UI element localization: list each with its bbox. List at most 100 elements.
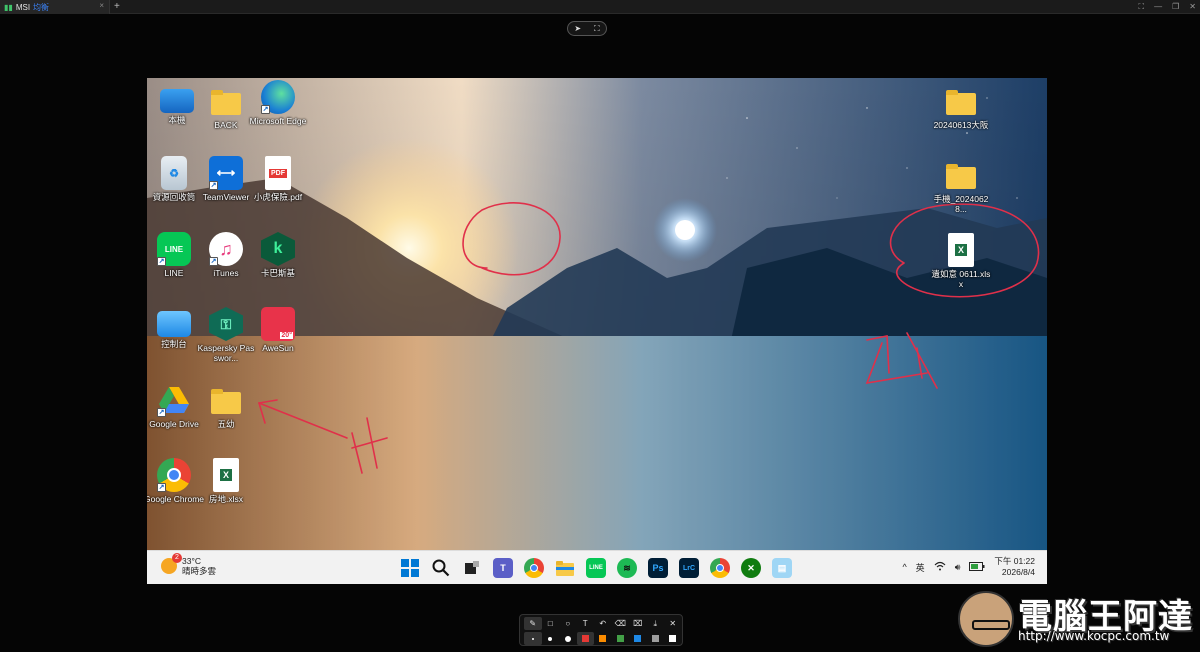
battery-icon[interactable] (969, 561, 985, 573)
windows-taskbar: 2 33°C 晴時多雲 T LINE ≋ Ps LrC ✕ ▤ ^ 英 🔊︎ 下… (147, 550, 1047, 584)
excel-icon: X (948, 233, 974, 267)
tray-overflow-caret[interactable]: ^ (902, 562, 906, 572)
color-swatch-red[interactable] (576, 632, 594, 645)
new-tab-button[interactable]: + (114, 0, 120, 13)
remote-desktop-app: ▮▮ MSI 均衡 × + ⛶ — ❐ ✕ ➤ ⛶ 本機 BACK ↗ Micr… (0, 0, 1200, 652)
chrome-profile-icon[interactable] (710, 558, 730, 578)
folder-icon (944, 84, 978, 118)
tab-bar: ▮▮ MSI 均衡 × + ⛶ — ❐ ✕ (0, 0, 1200, 14)
desktop-icon-teamviewer[interactable]: ⟷ ↗ TeamViewer (196, 156, 256, 202)
shortcut-arrow-icon: ↗ (157, 408, 166, 417)
annotation-toolbar: ✎ □ ○ T ↶ ⌫ ⌧ ⤓ ✕ (519, 614, 683, 646)
restore-icon[interactable]: ❐ (1172, 0, 1179, 14)
awesun-glyph: 20° (280, 332, 293, 339)
watermark: 電腦王阿達 http://www.kocpc.com.tw (956, 583, 1196, 649)
desktop-icon-awesun[interactable]: 20° AweSun (248, 307, 308, 353)
stroke-size-large[interactable] (559, 632, 577, 645)
task-view-icon[interactable] (462, 558, 482, 578)
remote-float-toolbar: ➤ ⛶ (567, 21, 607, 36)
download-icon[interactable]: ⤓ (647, 617, 665, 630)
desktop-icon-label: 五幼 (217, 419, 235, 429)
chrome-icon: ↗ (157, 458, 191, 492)
session-tab[interactable]: ▮▮ MSI 均衡 × (0, 0, 110, 14)
pointer-icon[interactable]: ➤ (574, 24, 581, 33)
delete-icon[interactable]: ⌧ (629, 617, 647, 630)
close-icon[interactable]: ✕ (664, 617, 682, 630)
lightroom-icon[interactable]: LrC (679, 558, 699, 578)
stroke-size-medium[interactable] (542, 632, 560, 645)
stroke-size-small[interactable] (524, 632, 542, 645)
desktop-icon-edge[interactable]: ↗ Microsoft Edge (248, 80, 308, 126)
desktop-icon-folder-osaka[interactable]: 20240613大阪 (931, 84, 991, 130)
shortcut-arrow-icon: ↗ (157, 483, 166, 492)
desktop-icon-label: 小虎保險.pdf (253, 192, 303, 202)
shortcut-arrow-icon: ↗ (209, 181, 218, 190)
itunes-glyph: ♫ (219, 238, 233, 259)
weather-temperature: 33°C (182, 556, 201, 566)
tab-close-icon[interactable]: × (99, 1, 104, 10)
desktop-icon-label: 20240613大阪 (933, 120, 989, 130)
pdf-icon: PDF (265, 156, 291, 190)
desktop-icon-kaspersky-password[interactable]: ⚿ Kaspersky Passwor... (196, 307, 256, 363)
desktop-icon-pdf[interactable]: PDF 小虎保險.pdf (248, 156, 308, 202)
desktop-icon-label: 手機_20240628... (933, 194, 989, 214)
color-swatch-blue[interactable] (629, 632, 647, 645)
color-swatch-white[interactable] (664, 632, 682, 645)
circle-icon[interactable]: ○ (559, 617, 577, 630)
system-tray: ^ 英 🔊︎ 下午 01:22 2026/8/4 (902, 556, 1035, 578)
desktop-icon-excel-ruyi[interactable]: X 遺如意 0611.xlsx (931, 233, 991, 289)
eraser-icon[interactable]: ⌫ (612, 617, 630, 630)
shortcut-arrow-icon: ↗ (261, 105, 270, 114)
desktop-icon-label: BACK (214, 120, 238, 130)
clock[interactable]: 下午 01:22 2026/8/4 (994, 556, 1035, 578)
wifi-icon[interactable] (934, 561, 946, 573)
edge-icon: ↗ (261, 80, 295, 114)
clock-time: 下午 01:22 (994, 556, 1035, 566)
desktop-icon-folder-phone[interactable]: 手機_20240628... (931, 158, 991, 214)
desktop-icon-folder-wuyou[interactable]: 五幼 (196, 383, 256, 429)
undo-icon[interactable]: ↶ (594, 617, 612, 630)
desktop-icon-kaspersky[interactable]: k 卡巴斯基 (248, 232, 308, 278)
photoshop-icon[interactable]: Ps (648, 558, 668, 578)
close-window-icon[interactable]: ✕ (1189, 0, 1196, 14)
fullscreen-icon[interactable]: ⛶ (594, 24, 600, 34)
line-icon[interactable]: LINE (586, 558, 606, 578)
pen-icon[interactable]: ✎ (524, 617, 542, 630)
windows-start-icon[interactable] (400, 558, 420, 578)
desktop-icon-itunes[interactable]: ♫ ↗ iTunes (196, 232, 256, 278)
minimize-icon[interactable]: — (1154, 0, 1162, 14)
rectangle-icon[interactable]: □ (542, 617, 560, 630)
color-swatch-green[interactable] (612, 632, 630, 645)
weather-condition: 晴時多雲 (182, 566, 217, 576)
chrome-icon[interactable] (524, 558, 544, 578)
line-icon: LINE ↗ (157, 232, 191, 266)
google-drive-icon: ↗ (157, 383, 191, 417)
file-explorer-icon[interactable] (555, 558, 575, 578)
volume-icon[interactable]: 🔊︎ (955, 562, 961, 573)
fullscreen-window-icon[interactable]: ⛶ (1139, 0, 1145, 14)
desktop-icon-excel-file[interactable]: X 房地.xlsx (196, 458, 256, 504)
signal-icon: ▮▮ (4, 2, 13, 12)
color-swatch-orange[interactable] (594, 632, 612, 645)
watermark-url: http://www.kocpc.com.tw (1018, 629, 1170, 643)
search-icon[interactable] (431, 558, 451, 578)
notepad-icon[interactable]: ▤ (772, 558, 792, 578)
desktop-icon-label: AweSun (262, 343, 294, 353)
spotify-icon[interactable]: ≋ (617, 558, 637, 578)
remote-desktop-view[interactable]: 本機 BACK ↗ Microsoft Edge ♻ 資源回收筒 ⟷ ↗ Tea… (147, 78, 1047, 584)
desktop-icon-label: 卡巴斯基 (260, 268, 295, 278)
teamviewer-icon: ⟷ ↗ (209, 156, 243, 190)
desktop-icon-label: Microsoft Edge (249, 116, 307, 126)
tab-subtitle: 均衡 (33, 2, 50, 12)
desktop-icon-back-folder[interactable]: BACK (196, 84, 256, 130)
color-swatch-gray[interactable] (647, 632, 665, 645)
taskbar-apps: T LINE ≋ Ps LrC ✕ ▤ (400, 558, 792, 578)
weather-widget[interactable]: 2 33°C 晴時多雲 (161, 553, 217, 576)
text-icon[interactable]: T (577, 617, 595, 630)
xbox-icon[interactable]: ✕ (741, 558, 761, 578)
teams-icon[interactable]: T (493, 558, 513, 578)
kaspersky-glyph: k (273, 240, 283, 257)
desktop-icon-label: TeamViewer (202, 192, 250, 202)
ime-indicator[interactable]: 英 (916, 561, 925, 574)
kaspersky-password-icon: ⚿ (209, 307, 243, 341)
